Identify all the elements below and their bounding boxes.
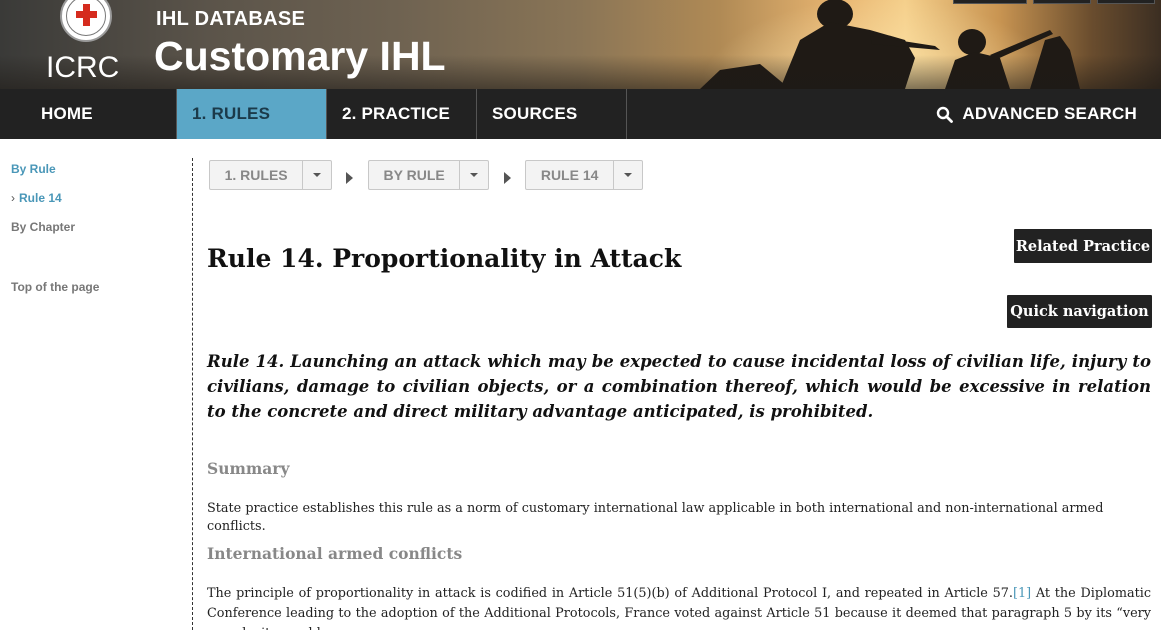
database-label: IHL DATABASE xyxy=(156,8,306,30)
top-utility-tabs xyxy=(953,0,1161,4)
caret-down-icon[interactable] xyxy=(614,161,642,189)
advanced-search-label: ADVANCED SEARCH xyxy=(962,104,1137,123)
top-utility-tab[interactable] xyxy=(1033,0,1091,4)
icrc-logo-text[interactable]: ICRC xyxy=(46,52,119,84)
top-utility-tab[interactable] xyxy=(953,0,1027,4)
sidebar-divider xyxy=(192,158,193,630)
breadcrumb-select-rule-14[interactable]: RULE 14 xyxy=(525,160,643,190)
international-armed-conflicts-heading: International armed conflicts xyxy=(207,544,463,563)
related-practice-button[interactable]: Related Practice xyxy=(1014,229,1152,263)
rule-statement: Rule 14. Launching an attack which may b… xyxy=(207,352,1151,421)
triangle-right-icon xyxy=(346,172,353,184)
breadcrumb-select-by-rule[interactable]: BY RULE xyxy=(368,160,489,190)
nav-rules[interactable]: 1. RULES xyxy=(177,89,327,139)
breadcrumb-label: BY RULE xyxy=(369,161,461,189)
caret-down-icon[interactable] xyxy=(303,161,331,189)
triangle-right-icon xyxy=(504,172,511,184)
sidebar-item-rule-14[interactable]: › Rule 14 xyxy=(11,191,62,205)
quick-navigation-button[interactable]: Quick navigation xyxy=(1007,295,1152,328)
breadcrumb-select-rules[interactable]: 1. RULES xyxy=(209,160,332,190)
footnote-link[interactable]: [1] xyxy=(1013,586,1031,601)
sidebar-item-by-chapter[interactable]: By Chapter xyxy=(11,220,75,234)
sidebar-item-by-rule[interactable]: By Rule xyxy=(11,162,56,176)
breadcrumb-label: 1. RULES xyxy=(210,161,304,189)
chevron-right-icon: › xyxy=(11,191,15,205)
breadcrumb-label: RULE 14 xyxy=(526,161,615,189)
sidebar: By Rule › Rule 14 By Chapter Top of the p… xyxy=(0,139,192,630)
caret-down-icon[interactable] xyxy=(460,161,488,189)
nav-practice[interactable]: 2. PRACTICE xyxy=(327,89,477,139)
top-utility-tab[interactable] xyxy=(1097,0,1155,4)
page-title: Rule 14. Proportionality in Attack xyxy=(207,244,682,273)
header-banner: ICRC IHL DATABASE Customary IHL xyxy=(0,0,1161,89)
nav-sources[interactable]: SOURCES xyxy=(477,89,627,139)
summary-heading: Summary xyxy=(207,459,290,478)
nav-advanced-search[interactable]: ADVANCED SEARCH xyxy=(936,89,1137,139)
summary-text: State practice establishes this rule as … xyxy=(207,501,1104,534)
search-icon xyxy=(937,106,954,123)
paragraph-text: The principle of proportionality in atta… xyxy=(207,586,1013,601)
international-armed-conflicts-text: The principle of proportionality in atta… xyxy=(207,584,1151,630)
site-title[interactable]: Customary IHL xyxy=(154,33,446,79)
sidebar-top-of-page-link[interactable]: Top of the page xyxy=(11,280,99,294)
main-navigation: HOME 1. RULES 2. PRACTICE SOURCES ADVANC… xyxy=(0,89,1161,139)
nav-home[interactable]: HOME xyxy=(0,89,177,139)
sidebar-item-label: Rule 14 xyxy=(19,191,62,205)
